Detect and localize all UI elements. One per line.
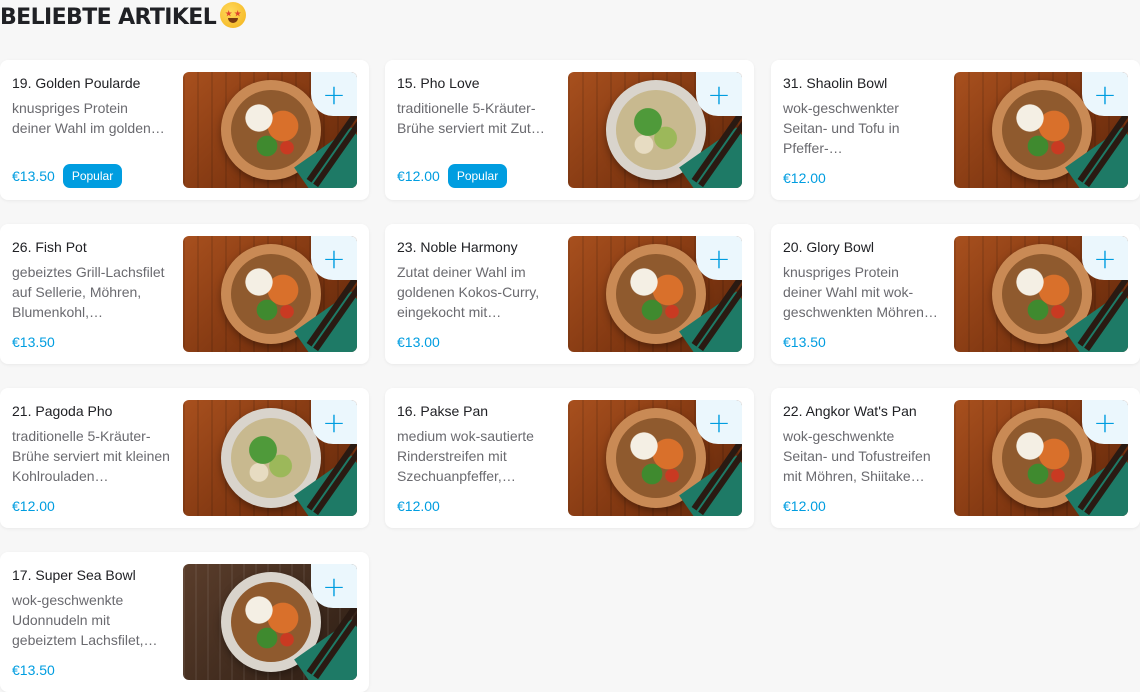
popular-badge: Popular [447, 164, 508, 188]
menu-item-card[interactable]: 16. Pakse Pan medium wok-sautierte Rinde… [385, 388, 754, 528]
item-price: €12.00 [12, 498, 55, 514]
item-name: 16. Pakse Pan [397, 403, 489, 419]
item-price: €13.50 [12, 334, 55, 350]
item-description: wok-geschwenkter Seitan- und Tofu in Pfe… [783, 100, 900, 156]
add-item-button[interactable]: + [1082, 236, 1128, 280]
item-price: €13.50 [12, 662, 55, 678]
add-item-button[interactable]: + [311, 236, 357, 280]
item-footer: €13.50 [783, 334, 826, 350]
item-price: €12.00 [783, 498, 826, 514]
menu-item-card[interactable]: 23. Noble Harmony Zutat deiner Wahl im g… [385, 224, 754, 364]
item-footer: €12.00 [397, 498, 440, 514]
item-price: €13.50 [783, 334, 826, 350]
menu-item-card[interactable]: 20. Glory Bowl knuspriges Protein deiner… [771, 224, 1140, 364]
add-item-button[interactable]: + [311, 72, 357, 116]
menu-item-card[interactable]: 15. Pho Love traditionelle 5-Kräuter-Brü… [385, 60, 754, 200]
item-price: €12.00 [397, 498, 440, 514]
item-name: 23. Noble Harmony [397, 239, 518, 255]
add-item-button[interactable]: + [1082, 72, 1128, 116]
item-description: wok-geschwenkte Udonnudeln mit gebeiztem… [12, 592, 158, 648]
add-item-button[interactable]: + [311, 564, 357, 608]
item-description: gebeiztes Grill-Lachsfilet auf Sellerie,… [12, 264, 165, 320]
item-name: 20. Glory Bowl [783, 239, 875, 255]
popular-badge: Popular [62, 164, 123, 188]
item-price: €12.00 [397, 168, 440, 184]
add-item-button[interactable]: + [1082, 400, 1128, 444]
item-description: traditionelle 5-Kräuter-Brühe serviert m… [12, 428, 170, 484]
item-name: 17. Super Sea Bowl [12, 567, 136, 583]
add-item-button[interactable]: + [696, 72, 742, 116]
item-name: 15. Pho Love [397, 75, 480, 91]
section-title-text: BELIEBTE ARTIKEL [0, 4, 217, 30]
add-item-button[interactable]: + [311, 400, 357, 444]
item-description: traditionelle 5-Kräuter-Brühe serviert m… [397, 100, 545, 136]
menu-item-card[interactable]: 19. Golden Poularde knuspriges Protein d… [0, 60, 369, 200]
item-footer: €13.50 [12, 662, 55, 678]
menu-item-card[interactable]: 26. Fish Pot gebeiztes Grill-Lachsfilet … [0, 224, 369, 364]
add-item-button[interactable]: + [696, 236, 742, 280]
item-description: knuspriges Protein deiner Wahl im golden… [12, 100, 165, 136]
star-struck-emoji-icon [220, 2, 247, 28]
item-footer: €13.50 Popular [12, 164, 123, 188]
item-footer: €13.50 [12, 334, 55, 350]
item-description: medium wok-sautierte Rinderstreifen mit … [397, 428, 534, 484]
item-price: €12.00 [783, 170, 826, 186]
item-footer: €13.00 [397, 334, 440, 350]
item-description: Zutat deiner Wahl im goldenen Kokos-Curr… [397, 264, 540, 320]
item-footer: €12.00 [783, 498, 826, 514]
item-price: €13.00 [397, 334, 440, 350]
menu-item-card[interactable]: 31. Shaolin Bowl wok-geschwenkter Seitan… [771, 60, 1140, 200]
item-name: 31. Shaolin Bowl [783, 75, 888, 91]
item-description: knuspriges Protein deiner Wahl mit wok-g… [783, 264, 938, 320]
item-footer: €12.00 [12, 498, 55, 514]
item-footer: €12.00 [783, 170, 826, 186]
menu-item-card[interactable]: 21. Pagoda Pho traditionelle 5-Kräuter-B… [0, 388, 369, 528]
item-name: 21. Pagoda Pho [12, 403, 113, 419]
menu-item-card[interactable]: 22. Angkor Wat's Pan wok-geschwenkte Sei… [771, 388, 1140, 528]
section-title: BELIEBTE ARTIKEL [0, 2, 247, 30]
menu-item-card[interactable]: 17. Super Sea Bowl wok-geschwenkte Udonn… [0, 552, 369, 692]
item-name: 26. Fish Pot [12, 239, 87, 255]
item-name: 22. Angkor Wat's Pan [783, 403, 917, 419]
item-description: wok-geschwenkte Seitan- und Tofustreifen… [783, 428, 931, 484]
item-footer: €12.00 Popular [397, 164, 508, 188]
add-item-button[interactable]: + [696, 400, 742, 444]
item-price: €13.50 [12, 168, 55, 184]
item-name: 19. Golden Poularde [12, 75, 141, 91]
